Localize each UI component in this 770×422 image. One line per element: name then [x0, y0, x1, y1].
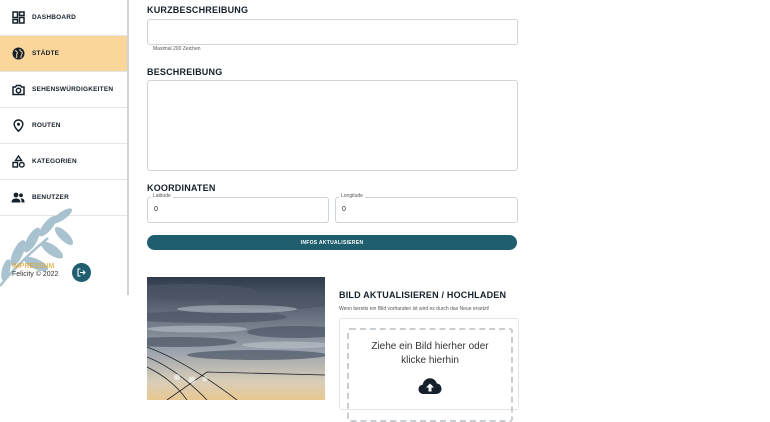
cloud-upload-icon [418, 377, 442, 395]
users-icon [11, 191, 25, 205]
camera-icon [11, 83, 25, 97]
logout-icon [77, 268, 86, 277]
sidebar-item-label: STÄDTE [32, 50, 60, 57]
short-description-title: KURZBESCHREIBUNG [147, 5, 249, 15]
description-title: BESCHREIBUNG [147, 67, 223, 77]
logout-button[interactable] [72, 263, 91, 282]
sidebar-item-routen[interactable]: ROUTEN [0, 108, 127, 144]
sidebar-item-kategorien[interactable]: KATEGORIEN [0, 144, 127, 180]
sidebar-item-sehenswuerdigkeiten[interactable]: SEHENSWÜRDIGKEITEN [0, 72, 127, 108]
upload-hint: Wenn bereits ein Bild vorhanden ist wird… [339, 306, 490, 312]
upload-title: BILD AKTUALISIEREN / HOCHLADEN [339, 290, 507, 300]
image-dropzone[interactable]: Ziehe ein Bild hierher oder klicke hierh… [347, 328, 513, 422]
latitude-input[interactable]: 0 [147, 197, 329, 223]
map-pin-icon [11, 119, 25, 133]
globe-icon [11, 47, 25, 61]
coordinates-title: KOORDINATEN [147, 183, 216, 193]
sidebar-item-dashboard[interactable]: DASHBOARD [0, 0, 127, 36]
longitude-value: 0 [342, 206, 346, 213]
sidebar-item-staedte[interactable]: STÄDTE [0, 36, 127, 72]
sidebar-item-label: SEHENSWÜRDIGKEITEN [32, 86, 114, 93]
short-description-hint: Maximal 200 Zeichen [153, 46, 201, 52]
latitude-value: 0 [154, 206, 158, 213]
longitude-input[interactable]: 0 [335, 197, 518, 223]
sidebar-item-label: BENUTZER [32, 194, 69, 201]
sidebar: DASHBOARD STÄDTE SEHENSWÜRDIGKEITEN ROUT… [0, 0, 129, 295]
sidebar-item-label: DASHBOARD [32, 14, 77, 21]
short-description-input[interactable] [147, 19, 518, 45]
update-info-button[interactable]: INFOS AKTUALISIEREN [147, 235, 517, 250]
latitude-label: Latitude [151, 193, 173, 199]
sidebar-item-label: KATEGORIEN [32, 158, 77, 165]
city-photo [147, 277, 325, 400]
sidebar-item-label: ROUTEN [32, 122, 61, 129]
dashboard-icon [11, 11, 25, 25]
upload-panel: Ziehe ein Bild hierher oder klicke hierh… [339, 318, 519, 422]
copyright-text: Felicity © 2022 [12, 271, 59, 278]
longitude-label: Longitude [339, 193, 365, 199]
dropzone-text: Ziehe ein Bild hierher oder klicke hierh… [371, 341, 489, 366]
impressum-link[interactable]: IMPRESSUM [12, 263, 54, 270]
description-textarea[interactable] [147, 80, 518, 171]
shapes-icon [11, 155, 25, 169]
